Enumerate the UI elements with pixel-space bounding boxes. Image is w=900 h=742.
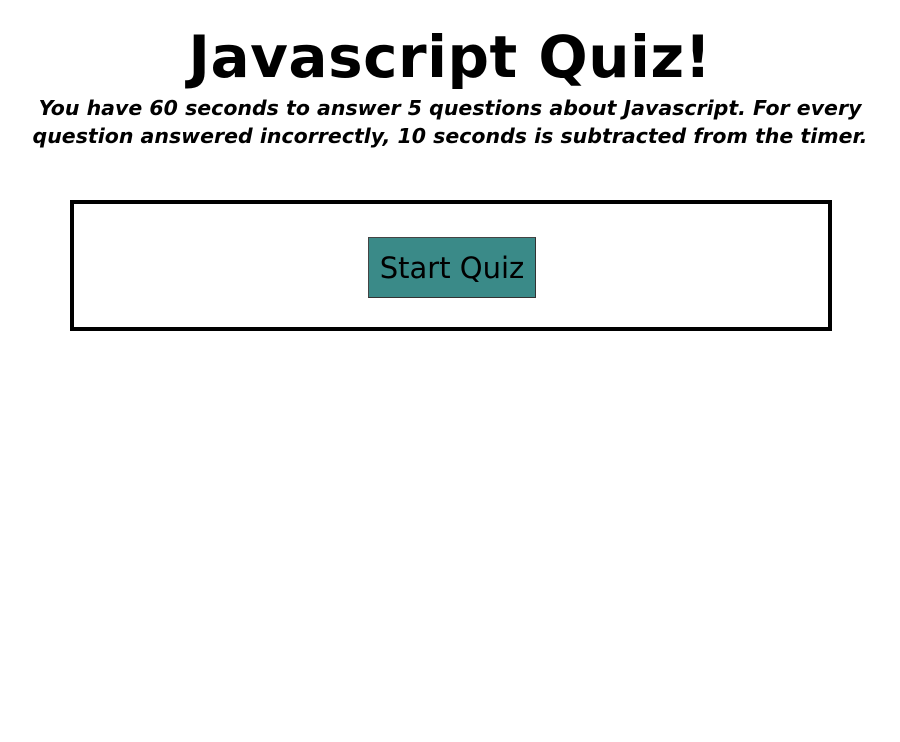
page-header: Javascript Quiz! You have 60 seconds to … <box>0 0 900 150</box>
start-quiz-button[interactable]: Start Quiz <box>368 237 536 298</box>
quiz-container: Start Quiz <box>70 200 832 331</box>
quiz-instructions: You have 60 seconds to answer 5 question… <box>32 96 868 148</box>
page-title: Javascript Quiz! <box>188 23 712 91</box>
